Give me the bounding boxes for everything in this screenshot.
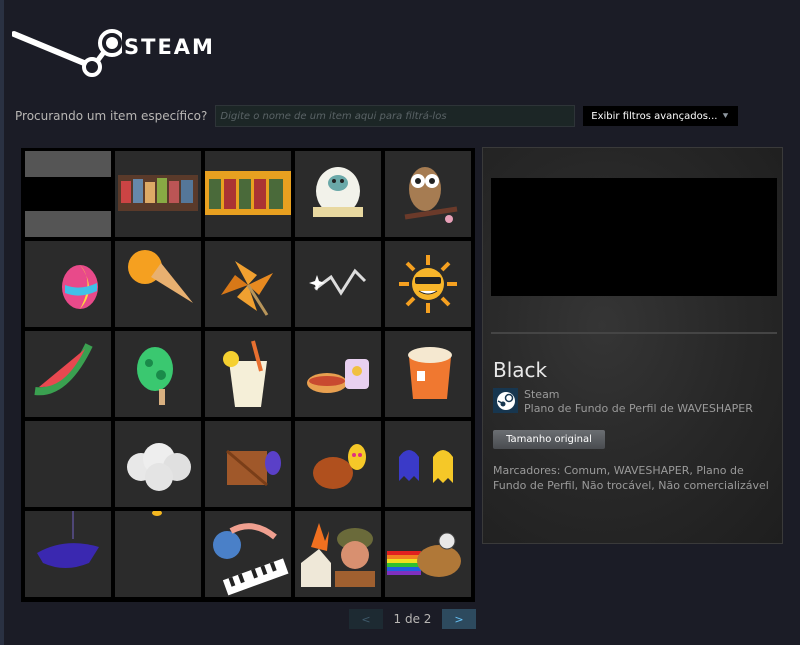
- filter-label: Procurando um item específico?: [15, 109, 208, 123]
- empty-slot-icon: [25, 421, 111, 507]
- item-preview-image: [491, 178, 777, 296]
- inventory-item[interactable]: [205, 151, 291, 237]
- pinwheel-icon: [221, 261, 273, 316]
- item-title: Black: [493, 358, 548, 382]
- next-page-button[interactable]: >: [442, 609, 476, 629]
- inventory-item[interactable]: [385, 511, 471, 597]
- inventory-item[interactable]: [115, 421, 201, 507]
- steam-logo-icon: [493, 388, 518, 413]
- inventory-item[interactable]: [25, 511, 111, 597]
- pagination: < 1 de 2 >: [349, 609, 476, 629]
- advanced-filters-label: Exibir filtros avançados...: [591, 110, 718, 122]
- advanced-filters-button[interactable]: Exibir filtros avançados... ⯆: [582, 106, 738, 126]
- hotdog-drink-icon: [307, 359, 369, 393]
- pot-ghost-icon: [313, 444, 366, 489]
- steam-wordmark: STEAM: [124, 35, 215, 59]
- beach-ball-egg-icon: [62, 265, 98, 309]
- inventory-item[interactable]: [115, 511, 201, 597]
- inventory-item[interactable]: [205, 241, 291, 327]
- yeti-icon: [313, 167, 363, 217]
- inventory-item[interactable]: [115, 331, 201, 417]
- dangling-thread-icon: [152, 511, 162, 516]
- inventory-item[interactable]: [25, 241, 111, 327]
- inventory-item[interactable]: [385, 151, 471, 237]
- ice-cream-cone-icon: [128, 250, 193, 303]
- inventory-item[interactable]: [295, 331, 381, 417]
- cloud-icon: [127, 443, 191, 491]
- lemonade-glass-icon: [223, 340, 267, 407]
- steam-logo[interactable]: STEAM: [12, 26, 215, 80]
- owl-icon: [404, 167, 458, 223]
- inventory-grid: [25, 151, 475, 597]
- inventory-item[interactable]: [295, 511, 381, 597]
- inventory-grid-panel: [21, 148, 475, 602]
- item-detail-panel: Black Steam Plano de Fundo de Perfil de …: [482, 147, 783, 544]
- original-size-button[interactable]: Tamanho original: [493, 430, 605, 449]
- item-filter-input[interactable]: [215, 105, 575, 127]
- crate-ghost-icon: [226, 449, 281, 487]
- steam-logo-icon: [12, 29, 122, 77]
- soldiers-banner-icon: [205, 171, 291, 215]
- item-tags: Marcadores: Comum, WAVESHAPER, Plano de …: [493, 464, 769, 492]
- hanging-bat-icon: [37, 511, 99, 568]
- double-chevron-down-icon: ⯆: [721, 110, 730, 122]
- item-type: Plano de Fundo de Perfil de WAVESHAPER: [524, 402, 753, 415]
- inventory-item[interactable]: [25, 331, 111, 417]
- inventory-item[interactable]: [295, 241, 381, 327]
- pianist-keys-icon: [213, 523, 289, 596]
- inventory-item[interactable]: [385, 241, 471, 327]
- inventory-item[interactable]: [25, 421, 111, 507]
- inventory-item[interactable]: [295, 151, 381, 237]
- inventory-item[interactable]: [25, 151, 111, 237]
- orange-cup-icon: [408, 347, 452, 399]
- inventory-item[interactable]: [385, 421, 471, 507]
- inventory-item[interactable]: [295, 421, 381, 507]
- black-background-thumb-icon: [25, 177, 111, 211]
- filter-bar: Procurando um item específico? Exibir fi…: [15, 105, 738, 127]
- page-edge: [0, 0, 4, 645]
- detail-divider: [491, 332, 777, 334]
- two-ghosts-icon: [399, 450, 453, 483]
- watermelon-slice-icon: [34, 343, 93, 396]
- rainbow-potato-icon: [387, 532, 461, 577]
- inventory-item[interactable]: [205, 511, 291, 597]
- inventory-item[interactable]: [115, 151, 201, 237]
- sparkle-streak-icon: [309, 268, 367, 296]
- team-group-art-icon: [118, 175, 198, 211]
- page-indicator: 1 de 2: [393, 612, 432, 626]
- soldier-burning-house-icon: [301, 523, 375, 587]
- prev-page-button[interactable]: <: [349, 609, 383, 629]
- item-game-info: Steam Plano de Fundo de Perfil de WAVESH…: [493, 388, 753, 416]
- inventory-item[interactable]: [115, 241, 201, 327]
- inventory-item[interactable]: [205, 331, 291, 417]
- inventory-item[interactable]: [205, 421, 291, 507]
- sun-sunglasses-icon: [399, 255, 457, 313]
- item-game-name: Steam: [524, 388, 560, 401]
- green-popsicle-icon: [137, 347, 173, 405]
- inventory-item[interactable]: [385, 331, 471, 417]
